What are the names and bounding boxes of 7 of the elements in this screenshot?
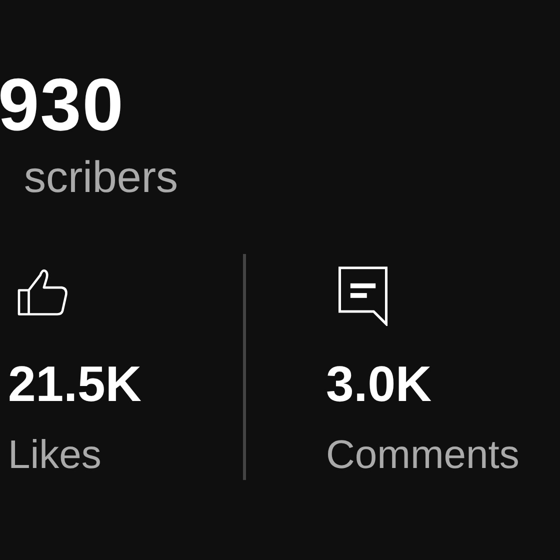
stat-value: 3.0K	[326, 355, 432, 414]
subscriber-count: 930	[0, 62, 124, 148]
comment-icon	[336, 264, 390, 326]
subscriber-label: scribers	[24, 152, 178, 204]
stat-label: Likes	[8, 432, 102, 479]
stat-label: Comments	[326, 432, 520, 479]
stat-value: 21.5K	[8, 355, 142, 414]
